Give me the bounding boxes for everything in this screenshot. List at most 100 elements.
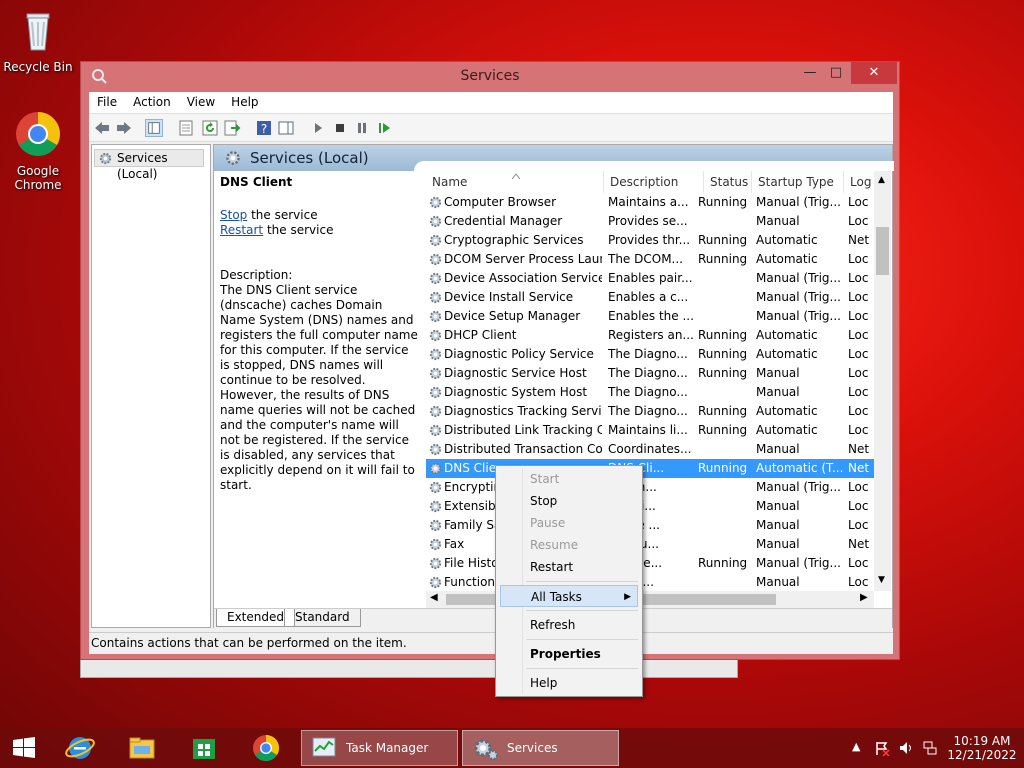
menu-item-start[interactable]: Start bbox=[500, 468, 638, 490]
restart-service-icon[interactable] bbox=[375, 119, 393, 137]
table-row[interactable]: File Histocts use...RunningManual (Trig.… bbox=[426, 554, 874, 573]
vertical-scroll-thumb[interactable] bbox=[876, 227, 889, 275]
action-center-flag-icon[interactable] bbox=[874, 740, 890, 756]
close-button[interactable]: ✕ bbox=[851, 62, 897, 84]
google-chrome-shortcut[interactable]: Google Chrome bbox=[2, 110, 74, 192]
forward-icon[interactable] bbox=[115, 119, 133, 137]
services-task[interactable]: Services bbox=[462, 730, 619, 766]
table-row[interactable]: Diagnostics Tracking Service The Diagno..… bbox=[426, 402, 874, 421]
gear-icon bbox=[429, 557, 442, 570]
menu-item-restart[interactable]: Restart bbox=[500, 556, 638, 578]
back-icon[interactable] bbox=[93, 119, 111, 137]
network-icon[interactable] bbox=[922, 740, 938, 756]
cell-desc: The Diagno... bbox=[608, 404, 688, 418]
services-window: Services — □ ✕ File Action View Help ? Serv… bbox=[80, 61, 900, 660]
table-row[interactable]: Diagnostic System Host The Diagno... Manua… bbox=[426, 383, 874, 402]
horizontal-scrollbar[interactable]: ◀ ▶ bbox=[426, 591, 874, 608]
menu-item-stop[interactable]: Stop bbox=[500, 490, 638, 512]
menu-file[interactable]: File bbox=[89, 92, 125, 112]
cell-startup: Manual bbox=[756, 366, 800, 380]
internet-explorer-icon[interactable] bbox=[60, 732, 100, 764]
task-manager-task[interactable]: Task Manager bbox=[301, 730, 458, 766]
maximize-button[interactable]: □ bbox=[823, 62, 849, 84]
table-row[interactable]: Device Association Service Enables pair..… bbox=[426, 269, 874, 288]
action-pane-icon[interactable] bbox=[277, 119, 295, 137]
menu-item-refresh[interactable]: Refresh bbox=[500, 614, 638, 636]
start-service-icon[interactable] bbox=[309, 119, 327, 137]
table-row[interactable]: Diagnostic Policy Service The Diagno... Ru… bbox=[426, 345, 874, 364]
scroll-up-icon[interactable]: ▲ bbox=[878, 175, 885, 185]
menu-item-pause[interactable]: Pause bbox=[500, 512, 638, 534]
help-toolbar-icon[interactable]: ? bbox=[255, 119, 273, 137]
menu-item-properties[interactable]: Properties bbox=[500, 643, 638, 665]
menu-item-help[interactable]: Help bbox=[500, 672, 638, 694]
cell-startup: Manual bbox=[756, 442, 800, 456]
table-row[interactable]: DNS ClieDNS Cli...RunningAutomatic (T...… bbox=[426, 459, 874, 478]
gear-icon bbox=[429, 196, 442, 209]
table-row[interactable]: Faxes you...ManualNet bbox=[426, 535, 874, 554]
volume-icon[interactable] bbox=[898, 740, 914, 756]
table-row[interactable]: Distributed Transaction Co... Coordinates… bbox=[426, 440, 874, 459]
cell-name: Distributed Link Tracking Cl... bbox=[444, 423, 602, 437]
pause-service-icon[interactable] bbox=[353, 119, 371, 137]
vertical-scrollbar[interactable]: ▲ ▼ bbox=[874, 171, 891, 591]
table-row[interactable]: Cryptographic Services Provides thr... Run… bbox=[426, 231, 874, 250]
restart-service-link[interactable]: Restart bbox=[220, 223, 263, 237]
table-row[interactable]: Computer Browser Maintains a... Running Man… bbox=[426, 193, 874, 212]
menu-view[interactable]: View bbox=[179, 92, 223, 112]
cell-log: Loc bbox=[848, 518, 869, 532]
table-row[interactable]: Distributed Link Tracking Cl... Maintains… bbox=[426, 421, 874, 440]
chrome-taskbar-icon[interactable] bbox=[246, 732, 286, 764]
cell-desc: Enables a c... bbox=[608, 290, 689, 304]
tab-standard[interactable]: Standard bbox=[284, 609, 361, 627]
cell-name: DHCP Client bbox=[444, 328, 517, 342]
table-row[interactable]: DCOM Server Process Laun... The DCOM... Ru… bbox=[426, 250, 874, 269]
refresh-toolbar-icon[interactable] bbox=[201, 119, 219, 137]
scroll-down-icon[interactable]: ▼ bbox=[878, 575, 885, 585]
menu-help[interactable]: Help bbox=[223, 92, 266, 112]
cell-startup: Manual bbox=[756, 214, 800, 228]
table-row[interactable]: FunctionDPHO...ManualLoc bbox=[426, 573, 874, 591]
stop-service-icon[interactable] bbox=[331, 119, 349, 137]
cell-name: DCOM Server Process Laun... bbox=[444, 252, 602, 266]
table-row[interactable]: Diagnostic Service Host The Diagno... Runn… bbox=[426, 364, 874, 383]
column-header-startup-type[interactable]: Startup Type bbox=[752, 171, 844, 193]
tree-node-services-local[interactable]: Services (Local) bbox=[94, 149, 204, 181]
file-explorer-icon[interactable] bbox=[122, 732, 162, 764]
show-hidden-icons[interactable]: ▲ bbox=[852, 740, 860, 753]
export-list-icon[interactable] bbox=[223, 119, 241, 137]
scroll-right-icon[interactable]: ▶ bbox=[860, 592, 868, 603]
menu-item-resume[interactable]: Resume bbox=[500, 534, 638, 556]
sort-ascending-icon bbox=[512, 173, 520, 179]
table-row[interactable]: Credential Manager Provides se... Manual Lo… bbox=[426, 212, 874, 231]
windows-start-icon[interactable] bbox=[4, 732, 44, 764]
gear-icon bbox=[429, 538, 442, 551]
properties-toolbar-icon[interactable] bbox=[177, 119, 195, 137]
menu-item-all-tasks[interactable]: All Tasks ▶ bbox=[500, 585, 638, 607]
table-row[interactable]: Encryptindes th...Manual (Trig...Loc bbox=[426, 478, 874, 497]
gear-icon bbox=[429, 424, 442, 437]
scroll-left-icon[interactable]: ◀ bbox=[430, 592, 438, 603]
gear-icon bbox=[429, 443, 442, 456]
table-row[interactable]: Device Setup Manager Enables the ... Manua… bbox=[426, 307, 874, 326]
cell-startup: Manual (Trig... bbox=[756, 556, 841, 570]
store-icon[interactable] bbox=[184, 732, 224, 764]
cell-name: Cryptographic Services bbox=[444, 233, 584, 247]
recycle-bin[interactable]: Recycle Bin bbox=[2, 6, 74, 74]
table-row[interactable]: Device Install Service Enables a c... Manu… bbox=[426, 288, 874, 307]
column-header-description[interactable]: Description bbox=[604, 171, 704, 193]
cell-startup: Manual bbox=[756, 575, 800, 589]
table-row[interactable]: Family Saervice ...ManualLoc bbox=[426, 516, 874, 535]
title-bar[interactable]: Services — □ ✕ bbox=[81, 62, 899, 92]
column-header-log-on-as[interactable]: Log bbox=[844, 171, 874, 193]
tree-node-label: Services (Local) bbox=[117, 151, 168, 181]
menu-action[interactable]: Action bbox=[125, 92, 179, 112]
cell-desc: The Diagno... bbox=[608, 366, 688, 380]
minimize-button[interactable]: — bbox=[797, 62, 823, 84]
show-hide-tree-icon[interactable] bbox=[145, 119, 163, 137]
table-row[interactable]: DHCP Client Registers an... Running Automat… bbox=[426, 326, 874, 345]
system-clock[interactable]: 10:19 AM 12/21/2022 bbox=[946, 734, 1018, 762]
table-row[interactable]: Extensiblxtensi...ManualLoc bbox=[426, 497, 874, 516]
stop-service-link[interactable]: Stop bbox=[220, 208, 247, 222]
column-header-status[interactable]: Status bbox=[704, 171, 752, 193]
